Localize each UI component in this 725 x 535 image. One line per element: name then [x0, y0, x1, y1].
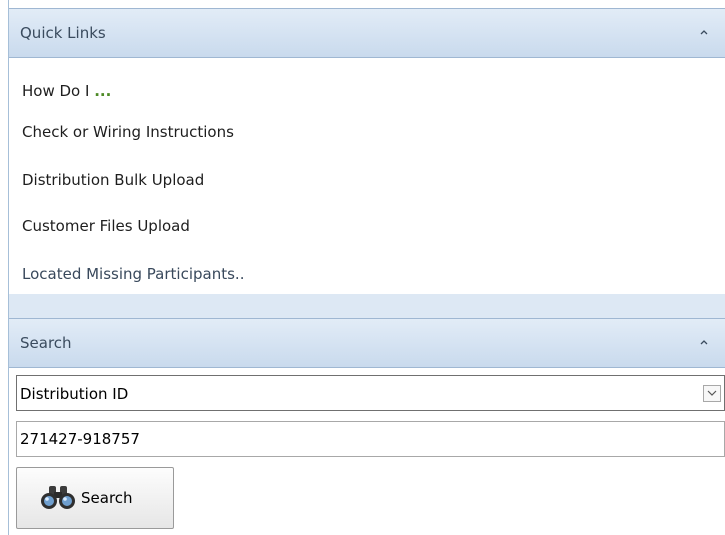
search-query-input[interactable] — [16, 421, 725, 457]
panel-divider-band — [9, 294, 725, 318]
search-title: Search — [20, 334, 72, 352]
chevron-down-icon — [707, 390, 717, 396]
link-located-missing-participants[interactable]: Located Missing Participants.. — [22, 265, 244, 283]
link-distribution-bulk-upload[interactable]: Distribution Bulk Upload — [22, 171, 204, 189]
search-type-value: Distribution ID — [20, 385, 129, 403]
search-button-label: Search — [81, 489, 133, 507]
chevron-up-icon[interactable] — [697, 25, 711, 39]
search-header[interactable]: Search — [9, 318, 725, 368]
quick-links-header[interactable]: Quick Links — [9, 8, 725, 58]
link-customer-files-upload[interactable]: Customer Files Upload — [22, 217, 190, 235]
link-how-do-i-label: How Do I — [22, 82, 95, 100]
link-how-do-i[interactable]: How Do I ... — [22, 82, 111, 100]
sidebar-frame: Quick Links How Do I ... Check or Wiring… — [8, 0, 725, 535]
binoculars-icon — [41, 486, 75, 509]
quick-links-title: Quick Links — [20, 24, 106, 42]
search-button[interactable]: Search — [16, 467, 174, 529]
link-check-wiring-instructions[interactable]: Check or Wiring Instructions — [22, 123, 234, 141]
chevron-up-icon[interactable] — [697, 335, 711, 349]
search-type-select[interactable]: Distribution ID — [16, 375, 725, 411]
dropdown-button[interactable] — [703, 385, 721, 402]
link-how-do-i-ellipsis: ... — [94, 82, 112, 100]
